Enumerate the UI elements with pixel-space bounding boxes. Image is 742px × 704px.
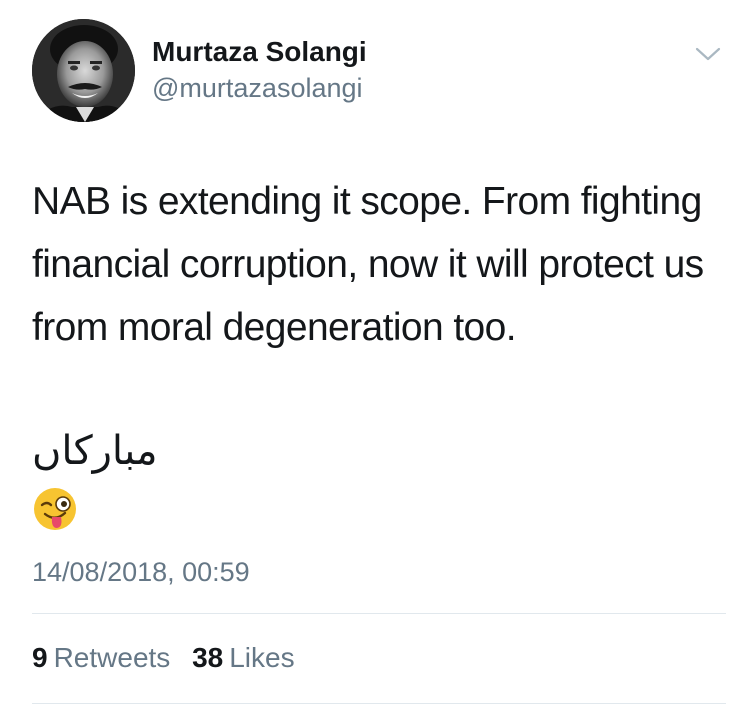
tweet-stats: 9 Retweets 38 Likes bbox=[32, 642, 309, 674]
tweet-urdu-text: مبارکاں bbox=[32, 428, 158, 474]
retweets-label: Retweets bbox=[53, 642, 171, 673]
tweet-card: Murtaza Solangi @murtazasolangi NAB is e… bbox=[0, 0, 742, 704]
likes-stat[interactable]: 38 Likes bbox=[192, 642, 295, 674]
winking-face-with-tongue-emoji bbox=[32, 486, 78, 532]
chevron-down-icon[interactable] bbox=[694, 44, 722, 64]
avatar[interactable] bbox=[32, 19, 135, 122]
user-avatar-photo bbox=[32, 19, 135, 122]
likes-label: Likes bbox=[229, 642, 295, 673]
retweets-stat[interactable]: 9 Retweets bbox=[32, 642, 170, 674]
author-display-name[interactable]: Murtaza Solangi bbox=[152, 36, 367, 68]
tweet-text: NAB is extending it scope. From fighting… bbox=[32, 180, 704, 349]
tweet-timestamp[interactable]: 14/08/2018, 00:59 bbox=[32, 557, 250, 588]
divider bbox=[32, 613, 726, 614]
author-handle[interactable]: @murtazasolangi bbox=[152, 73, 363, 104]
retweets-count: 9 bbox=[32, 642, 48, 673]
likes-count: 38 bbox=[192, 642, 224, 673]
